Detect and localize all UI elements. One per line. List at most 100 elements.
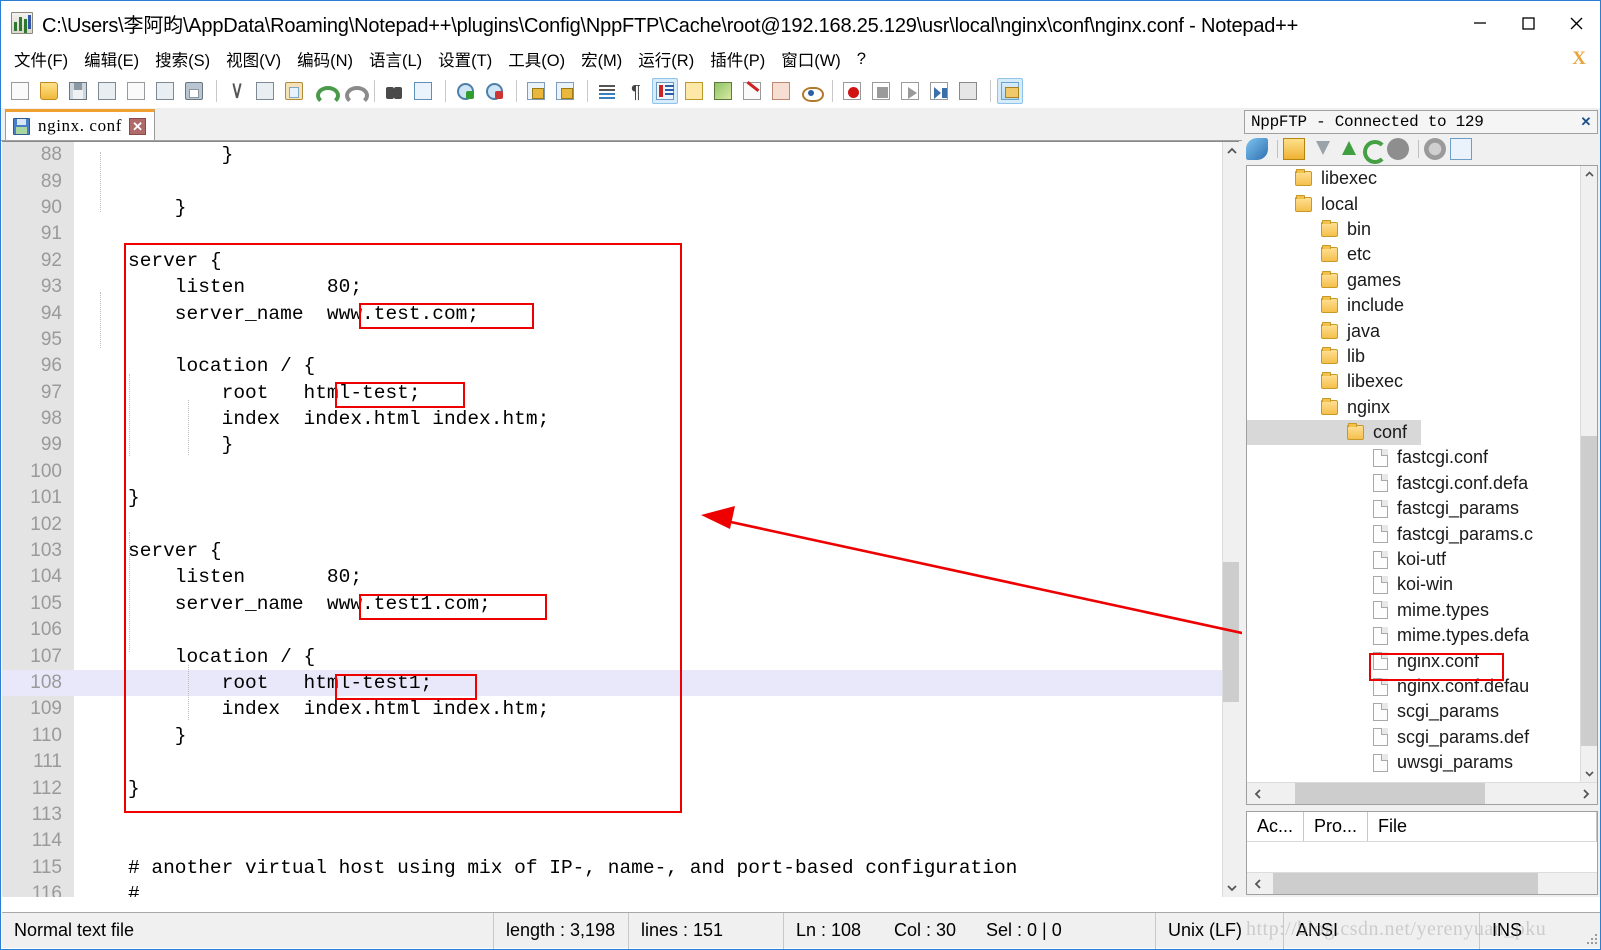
tree-folder-item[interactable]: nginx (1247, 395, 1580, 420)
close-file-icon[interactable] (123, 78, 149, 104)
menu-item-11[interactable]: 窗口(W) (773, 45, 849, 73)
tree-folder-item[interactable]: conf (1247, 419, 1422, 446)
maximize-button[interactable] (1504, 1, 1552, 45)
paste-icon[interactable] (281, 78, 307, 104)
tree-file-item[interactable]: nginx.conf (1247, 648, 1580, 673)
tree-rows[interactable]: libexec local bin etc games include java lib lib… (1247, 166, 1580, 782)
close-all-files-icon[interactable] (152, 78, 178, 104)
code-line[interactable]: 101} (2, 485, 1240, 511)
code-line[interactable]: 106 (2, 617, 1240, 643)
code-line[interactable]: 116 # (2, 881, 1240, 897)
tree-scroll-up-icon[interactable] (1581, 166, 1597, 183)
tree-file-item[interactable]: fastcgi_params.c (1247, 521, 1580, 546)
download-icon[interactable] (1309, 138, 1331, 160)
tree-folder-item[interactable]: etc (1247, 242, 1580, 267)
function-list-icon[interactable] (739, 78, 765, 104)
resize-grip[interactable] (1586, 933, 1598, 945)
folder-as-workspace-icon[interactable] (768, 78, 794, 104)
nppftp-file-tree[interactable]: libexec local bin etc games include java lib lib… (1246, 165, 1598, 805)
line-text[interactable]: } (128, 144, 234, 166)
queue-column-2[interactable]: File (1368, 812, 1597, 841)
tree-folder-item[interactable]: games (1247, 268, 1580, 293)
menu-item-10[interactable]: 插件(P) (702, 45, 773, 73)
tree-folder-item[interactable]: include (1247, 293, 1580, 318)
tree-horizontal-scrollbar[interactable] (1247, 782, 1597, 804)
code-line[interactable]: 89 (2, 168, 1240, 194)
tree-file-item[interactable]: scgi_params.def (1247, 725, 1580, 750)
messages-icon[interactable] (1450, 138, 1472, 160)
line-text[interactable]: location / { (128, 646, 315, 668)
tree-folder-item[interactable]: bin (1247, 217, 1580, 242)
queue-column-0[interactable]: Ac... (1247, 812, 1305, 841)
tree-scroll-left-icon[interactable] (1247, 783, 1269, 804)
code-line[interactable]: 100 (2, 459, 1240, 485)
line-text[interactable]: } (128, 197, 187, 219)
menu-item-5[interactable]: 语言(L) (361, 45, 430, 73)
nppftp-icon[interactable] (997, 77, 1023, 104)
zoom-in-icon[interactable] (452, 78, 478, 104)
line-text[interactable]: root html-test1; (128, 672, 433, 694)
nppftp-close-icon[interactable]: ✕ (1578, 114, 1594, 130)
tree-file-item[interactable]: fastcgi.conf (1247, 445, 1580, 470)
menu-item-4[interactable]: 编码(N) (289, 45, 361, 73)
code-line[interactable]: 93 listen 80; (2, 274, 1240, 300)
save-all-icon[interactable] (94, 78, 120, 104)
nppftp-queue-panel[interactable]: Ac... Pro... File (1246, 811, 1598, 895)
tree-file-item[interactable]: koi-win (1247, 572, 1580, 597)
code-editor[interactable]: 88 } 89 90 } 91 92 server {93 listen 80; 94 se… (2, 141, 1240, 897)
tree-scroll-down-icon[interactable] (1581, 765, 1597, 782)
code-line[interactable]: 110 } (2, 723, 1240, 749)
tree-vertical-scrollbar[interactable] (1580, 166, 1597, 782)
settings-gear-icon[interactable] (1424, 138, 1446, 160)
code-line[interactable]: 102 (2, 511, 1240, 537)
line-text[interactable]: index index.html index.htm; (128, 408, 550, 430)
open-directory-icon[interactable] (1283, 138, 1305, 160)
minimize-button[interactable] (1456, 1, 1504, 45)
code-line[interactable]: 103 server { (2, 538, 1240, 564)
tree-file-item[interactable]: nginx.conf.defau (1247, 674, 1580, 699)
line-text[interactable]: listen 80; (128, 566, 362, 588)
tree-scroll-thumb[interactable] (1581, 436, 1597, 746)
sync-horizontal-scroll-icon[interactable] (552, 78, 578, 104)
redo-icon[interactable] (339, 78, 365, 104)
tree-hscroll-thumb[interactable] (1295, 783, 1485, 804)
tree-file-item[interactable]: mime.types (1247, 598, 1580, 623)
queue-scroll-left-icon[interactable] (1247, 873, 1269, 894)
tree-file-item[interactable]: koi-utf (1247, 547, 1580, 572)
line-text[interactable]: } (128, 778, 140, 800)
line-text[interactable]: server { (128, 540, 222, 562)
menu-item-1[interactable]: 编辑(E) (76, 45, 147, 73)
save-icon[interactable] (65, 78, 91, 104)
tree-scroll-right-icon[interactable] (1575, 783, 1597, 804)
code-line[interactable]: 94 server_name www.test.com; (2, 300, 1240, 326)
queue-column-1[interactable]: Pro... (1304, 812, 1369, 841)
tree-folder-item[interactable]: libexec (1247, 369, 1580, 394)
play-macro-icon[interactable] (897, 78, 923, 104)
editor-scroll-thumb[interactable] (1223, 562, 1240, 702)
refresh-icon[interactable] (1361, 138, 1387, 164)
line-text[interactable]: server { (128, 250, 222, 272)
line-text[interactable]: server_name www.test1.com; (128, 593, 491, 615)
word-wrap-icon[interactable] (594, 78, 620, 104)
close-document-button[interactable]: X (1572, 45, 1586, 73)
code-line[interactable]: 90 } (2, 195, 1240, 221)
close-button[interactable] (1552, 1, 1600, 45)
line-text[interactable]: listen 80; (128, 276, 362, 298)
menu-item-3[interactable]: 视图(V) (218, 45, 289, 73)
monitoring-icon[interactable] (797, 78, 824, 104)
print-icon[interactable] (181, 78, 207, 104)
show-ui-icon[interactable] (681, 78, 707, 104)
tree-file-item[interactable]: uwsgi_params (1247, 750, 1580, 775)
tree-folder-item[interactable]: local (1247, 191, 1580, 216)
open-file-icon[interactable] (36, 78, 62, 104)
upload-icon[interactable] (1335, 138, 1357, 160)
line-text[interactable]: } (128, 725, 187, 747)
line-text[interactable]: index index.html index.htm; (128, 698, 550, 720)
tree-folder-item[interactable]: libexec (1247, 166, 1580, 191)
code-line[interactable]: 88 } (2, 142, 1240, 168)
editor-vertical-scrollbar[interactable] (1222, 142, 1240, 897)
tree-file-item[interactable]: mime.types.defa (1247, 623, 1580, 648)
code-line[interactable]: 105 server_name www.test1.com; (2, 591, 1240, 617)
tree-folder-item[interactable]: java (1247, 318, 1580, 343)
scroll-down-icon[interactable] (1223, 879, 1240, 897)
